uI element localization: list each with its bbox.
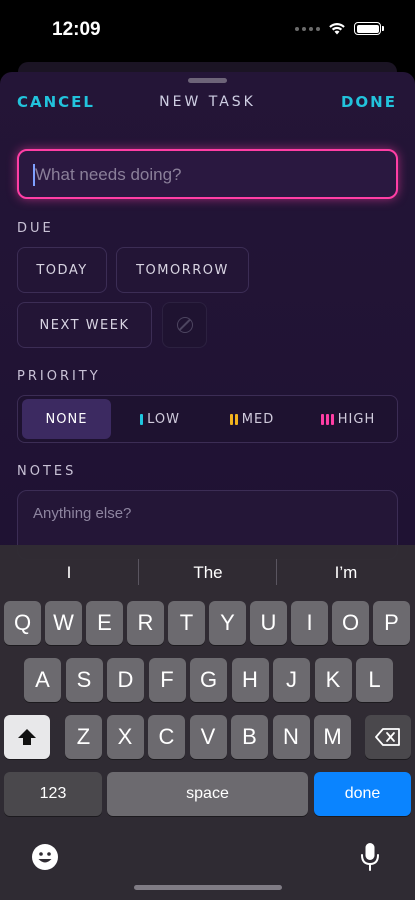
key-o[interactable]: O bbox=[332, 601, 369, 645]
key-i[interactable]: I bbox=[291, 601, 328, 645]
task-title-input[interactable]: What needs doing? bbox=[17, 149, 398, 199]
priority-med-option[interactable]: MED bbox=[208, 399, 296, 439]
key-t[interactable]: T bbox=[168, 601, 205, 645]
key-g[interactable]: G bbox=[190, 658, 227, 702]
keyboard-done-key[interactable]: done bbox=[314, 772, 411, 816]
task-title-placeholder: What needs doing? bbox=[35, 165, 182, 184]
microphone-icon[interactable] bbox=[360, 842, 380, 872]
key-y[interactable]: Y bbox=[209, 601, 246, 645]
sheet-grabber[interactable] bbox=[188, 78, 227, 83]
delete-icon bbox=[375, 728, 400, 746]
key-a[interactable]: A bbox=[24, 658, 61, 702]
priority-high-label: HIGH bbox=[337, 411, 376, 427]
emoji-icon[interactable] bbox=[31, 843, 59, 871]
notes-label: NOTES bbox=[17, 464, 77, 479]
numbers-key[interactable]: 123 bbox=[4, 772, 102, 816]
wifi-icon bbox=[329, 23, 345, 35]
key-b[interactable]: B bbox=[231, 715, 268, 759]
suggestion-bar: I The I’m bbox=[0, 545, 415, 599]
battery-icon bbox=[354, 22, 384, 35]
priority-selector: NONE LOW MED HIGH bbox=[17, 395, 398, 443]
key-d[interactable]: D bbox=[107, 658, 144, 702]
nav-bar: CANCEL NEW TASK DONE bbox=[0, 90, 415, 116]
priority-high-option[interactable]: HIGH bbox=[302, 399, 394, 439]
priority-low-option[interactable]: LOW bbox=[116, 399, 204, 439]
priority-med-bars-icon bbox=[229, 413, 238, 425]
key-z[interactable]: Z bbox=[65, 715, 102, 759]
priority-none-option[interactable]: NONE bbox=[22, 399, 111, 439]
key-s[interactable]: S bbox=[65, 658, 103, 702]
done-button[interactable]: DONE bbox=[341, 93, 397, 111]
key-j[interactable]: J bbox=[273, 658, 310, 702]
keyboard: I The I’m QWERTYUIOP ASDFGHJKL ZXCVBNM 1… bbox=[0, 545, 415, 900]
status-time: 12:09 bbox=[52, 19, 101, 40]
key-u[interactable]: U bbox=[250, 601, 287, 645]
priority-label: PRIORITY bbox=[17, 369, 101, 384]
key-h[interactable]: H bbox=[231, 658, 269, 702]
key-p[interactable]: P bbox=[373, 601, 410, 645]
no-date-icon bbox=[176, 317, 193, 333]
key-r[interactable]: R bbox=[127, 601, 164, 645]
cellular-icon bbox=[295, 26, 320, 31]
priority-none-label: NONE bbox=[45, 411, 88, 427]
shift-icon bbox=[18, 729, 36, 745]
suggestion-1[interactable]: I bbox=[0, 563, 138, 583]
shift-key[interactable] bbox=[4, 715, 50, 759]
priority-med-label: MED bbox=[241, 411, 275, 427]
notes-placeholder: Anything else? bbox=[33, 505, 132, 522]
home-indicator bbox=[134, 885, 282, 890]
priority-low-label: LOW bbox=[147, 411, 180, 427]
suggestion-2[interactable]: The bbox=[139, 563, 277, 583]
due-today-button[interactable]: TODAY bbox=[17, 247, 107, 293]
priority-high-bars-icon bbox=[320, 413, 334, 425]
due-label: DUE bbox=[17, 221, 54, 236]
suggestion-3[interactable]: I’m bbox=[277, 563, 415, 583]
key-v[interactable]: V bbox=[189, 715, 227, 759]
key-m[interactable]: M bbox=[314, 715, 351, 759]
due-next-week-button[interactable]: NEXT WEEK bbox=[17, 302, 152, 348]
key-c[interactable]: C bbox=[148, 715, 185, 759]
space-key[interactable]: space bbox=[107, 772, 308, 816]
key-q[interactable]: Q bbox=[4, 601, 41, 645]
due-tomorrow-button[interactable]: TOMORROW bbox=[116, 247, 249, 293]
key-k[interactable]: K bbox=[314, 658, 352, 702]
status-bar: 12:09 bbox=[0, 0, 415, 62]
key-w[interactable]: W bbox=[45, 601, 82, 645]
key-f[interactable]: F bbox=[148, 658, 186, 702]
key-x[interactable]: X bbox=[106, 715, 144, 759]
delete-key[interactable] bbox=[365, 715, 411, 759]
key-e[interactable]: E bbox=[86, 601, 123, 645]
key-l[interactable]: L bbox=[356, 658, 393, 702]
key-n[interactable]: N bbox=[272, 715, 310, 759]
no-due-date-button[interactable] bbox=[162, 302, 207, 348]
status-icons bbox=[295, 22, 384, 35]
priority-low-bars-icon bbox=[140, 413, 144, 425]
